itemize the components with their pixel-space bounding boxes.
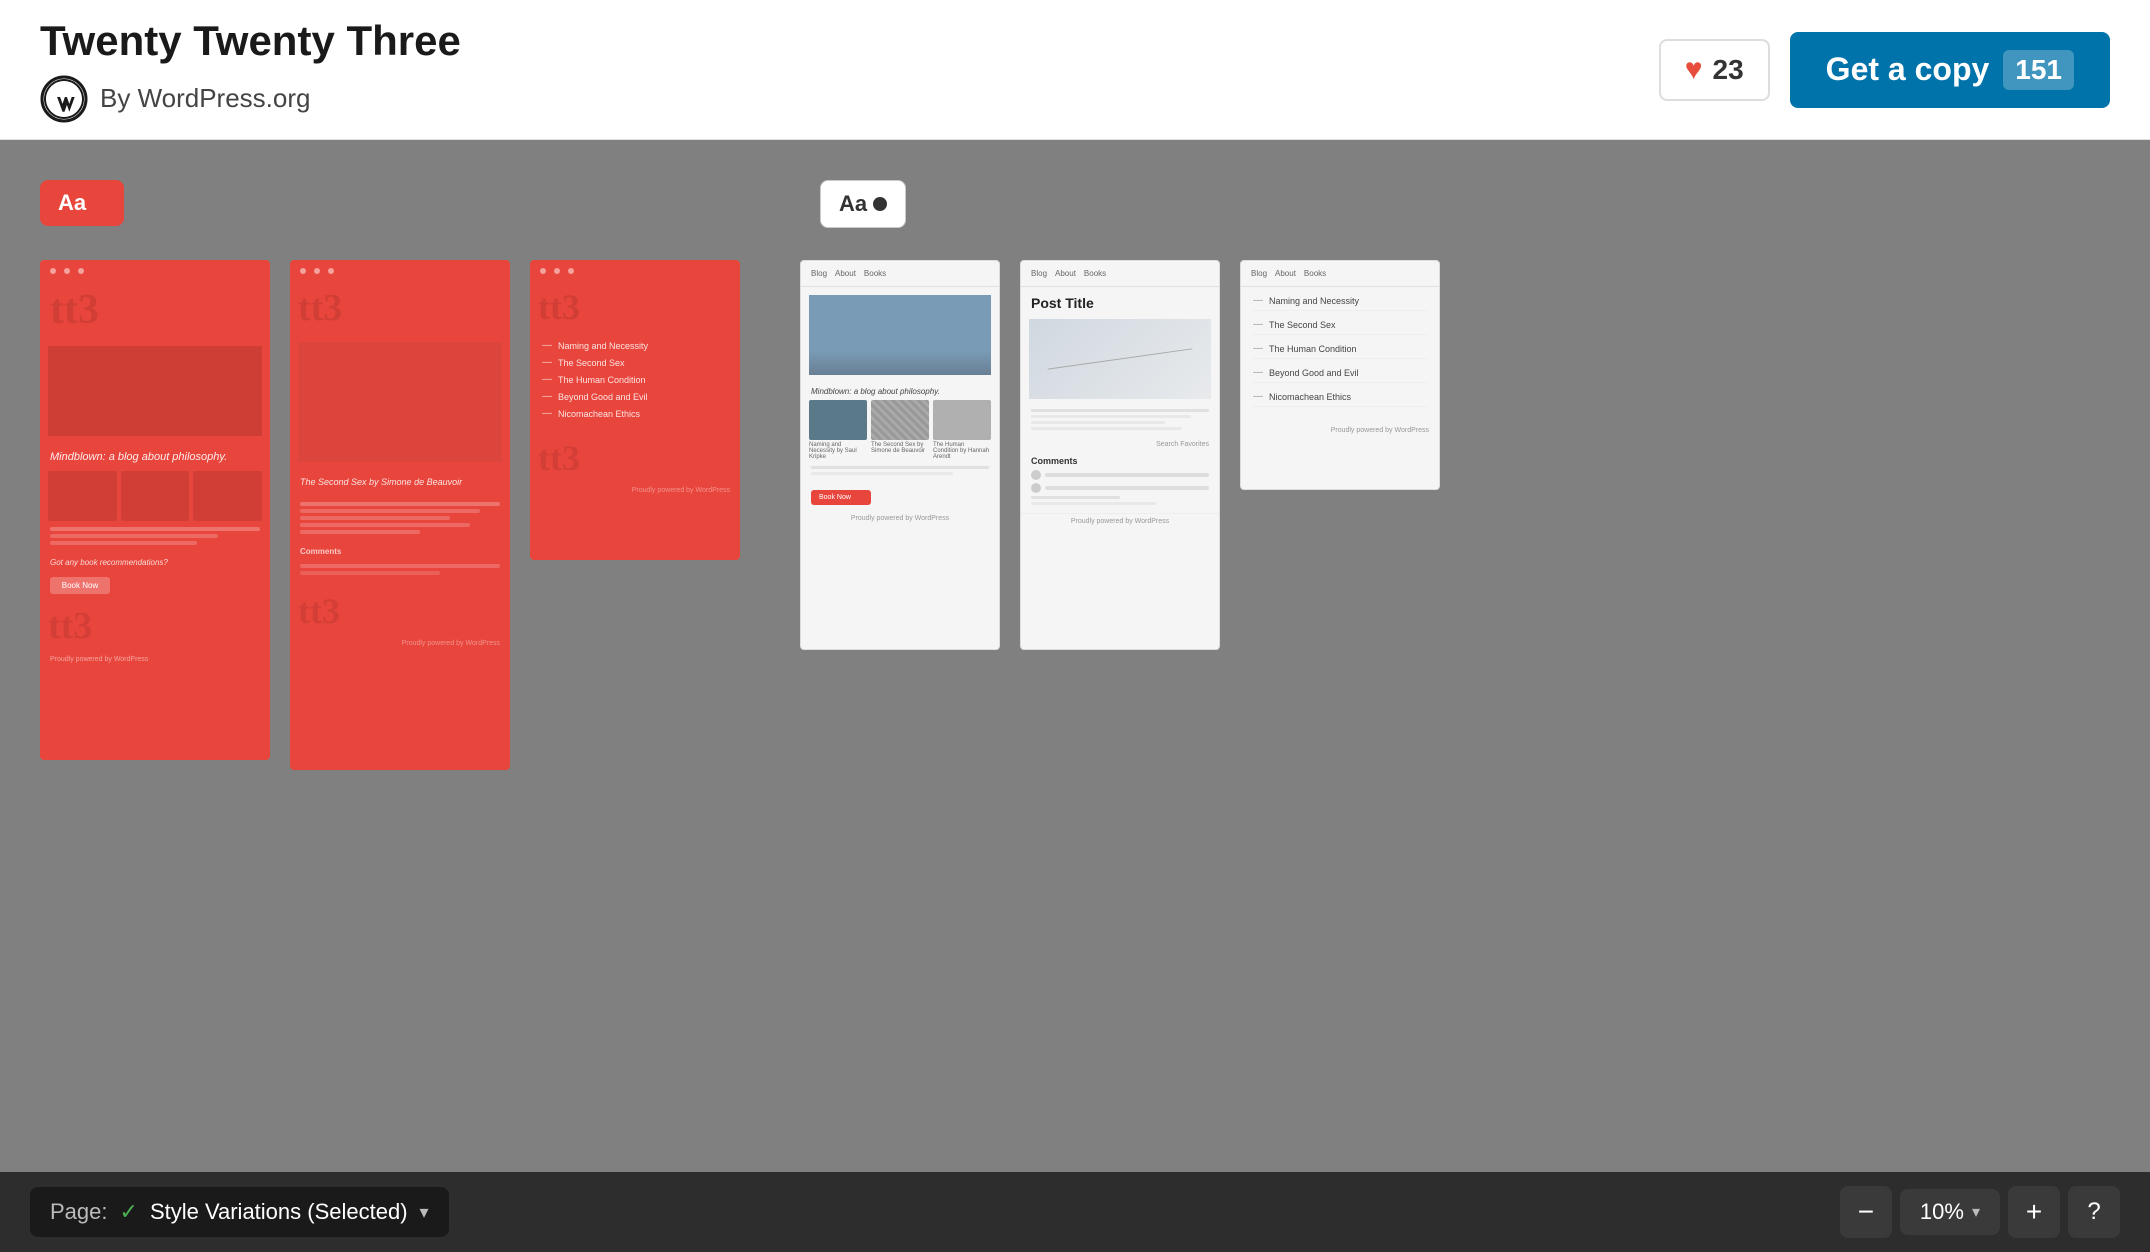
red-card-1[interactable]: tt3 Mindblown: a blog about philosophy. …: [40, 260, 270, 760]
header: Twenty Twenty Three By WordPress.org ♥ 2…: [0, 0, 2150, 140]
rc3-tt3-top: tt3: [530, 282, 740, 332]
get-copy-label: Get a copy: [1826, 51, 1990, 88]
wc1-blog-name: Mindblown: a blog about philosophy.: [801, 383, 999, 400]
rc1-tt3-bottom: tt3: [40, 600, 270, 652]
author-row: By WordPress.org: [40, 75, 461, 123]
chevron-down-icon: ▾: [420, 1202, 429, 1223]
red-card-3[interactable]: tt3 —Naming and Necessity —The Second Se…: [530, 260, 740, 560]
white-badge-aa: Aa: [839, 191, 867, 217]
red-style-badge[interactable]: Aa: [40, 180, 124, 226]
rc1-book-images: [40, 471, 270, 521]
wc1-nav: Blog About Books: [801, 261, 999, 287]
white-theme-previews: Blog About Books Mindblown: a blog about…: [800, 260, 1440, 650]
zoom-minus-icon: −: [1858, 1196, 1874, 1228]
rc3-book-list: —Naming and Necessity —The Second Sex —T…: [530, 332, 740, 433]
get-copy-button[interactable]: Get a copy 151: [1790, 32, 2110, 108]
zoom-chevron-icon: ▾: [1972, 1202, 1980, 1222]
wc3-footer: Proudly powered by WordPress: [1241, 423, 1439, 438]
white-card-1[interactable]: Blog About Books Mindblown: a blog about…: [800, 260, 1000, 650]
red-theme-previews: tt3 Mindblown: a blog about philosophy. …: [40, 260, 740, 770]
wc1-book-grid: Naming and Necessity by Saul Kripke The …: [801, 400, 999, 460]
page-label: Page:: [50, 1199, 108, 1225]
zoom-percent: 10%: [1920, 1199, 1964, 1225]
theme-canvas: Aa Aa tt3 Mindblown: a blog about philos…: [0, 140, 2150, 1172]
rc1-blog-title: Mindblown: a blog about philosophy.: [40, 444, 270, 471]
author-text: By WordPress.org: [100, 83, 310, 114]
wc2-comments: Comments: [1021, 450, 1219, 513]
help-icon: ?: [2087, 1198, 2100, 1226]
header-left: Twenty Twenty Three By WordPress.org: [40, 17, 461, 123]
red-dot-icon: [92, 196, 106, 210]
theme-title: Twenty Twenty Three: [40, 17, 461, 65]
red-card-2[interactable]: tt3 The Second Sex by Simone de Beauvoir…: [290, 260, 510, 770]
rc2-book-image: [298, 342, 502, 462]
like-count: 23: [1713, 54, 1744, 86]
heart-icon: ♥: [1685, 53, 1703, 87]
header-right: ♥ 23 Get a copy 151: [1659, 32, 2110, 108]
zoom-plus-icon: +: [2026, 1196, 2042, 1228]
bottom-toolbar: Page: ✓ Style Variations (Selected) ▾ − …: [0, 1172, 2150, 1252]
rc2-book-title: The Second Sex by Simone de Beauvoir: [290, 470, 510, 496]
red-badge-aa: Aa: [58, 190, 86, 216]
rc1-tt3-top: tt3: [40, 282, 270, 338]
white-style-badge[interactable]: Aa: [820, 180, 906, 228]
white-card-3[interactable]: Blog About Books —Naming and Necessity —…: [1240, 260, 1440, 490]
copy-count: 151: [2003, 50, 2074, 90]
rc1-action-btn: Book Now: [50, 577, 110, 594]
rc3-tt3-bottom: tt3: [530, 433, 740, 483]
rc1-section-title: Got any book recommendations?: [40, 554, 270, 571]
wc1-action-btn[interactable]: Book Now: [811, 490, 871, 505]
dark-dot-icon: [873, 197, 887, 211]
wordpress-logo-icon: [40, 75, 88, 123]
zoom-value-display[interactable]: 10% ▾: [1900, 1189, 2000, 1235]
wc3-book-list: —Naming and Necessity —The Second Sex —T…: [1241, 287, 1439, 423]
zoom-in-button[interactable]: +: [2008, 1186, 2060, 1238]
rc2-tt3-top: tt3: [290, 282, 510, 334]
rc2-tt3-bottom: tt3: [290, 582, 510, 636]
page-name: Style Variations (Selected): [150, 1199, 408, 1225]
wc2-search-label: Search Favorites: [1021, 439, 1219, 450]
wc3-nav: Blog About Books: [1241, 261, 1439, 287]
page-selector[interactable]: Page: ✓ Style Variations (Selected) ▾: [30, 1187, 449, 1237]
help-button[interactable]: ?: [2068, 1186, 2120, 1238]
page-check-icon: ✓: [120, 1199, 138, 1225]
like-button[interactable]: ♥ 23: [1659, 39, 1770, 101]
wc2-post-title: Post Title: [1021, 287, 1219, 315]
white-card-2[interactable]: Blog About Books Post Title Search Favor…: [1020, 260, 1220, 650]
wc2-nav: Blog About Books: [1021, 261, 1219, 287]
wc2-post-image: [1029, 319, 1211, 399]
rc2-comments-label: Comments: [290, 543, 510, 560]
rc1-hero-image: [48, 346, 262, 436]
wc1-hero-photo: [809, 295, 991, 375]
zoom-out-button[interactable]: −: [1840, 1186, 1892, 1238]
zoom-controls: − 10% ▾ + ?: [1840, 1186, 2120, 1238]
